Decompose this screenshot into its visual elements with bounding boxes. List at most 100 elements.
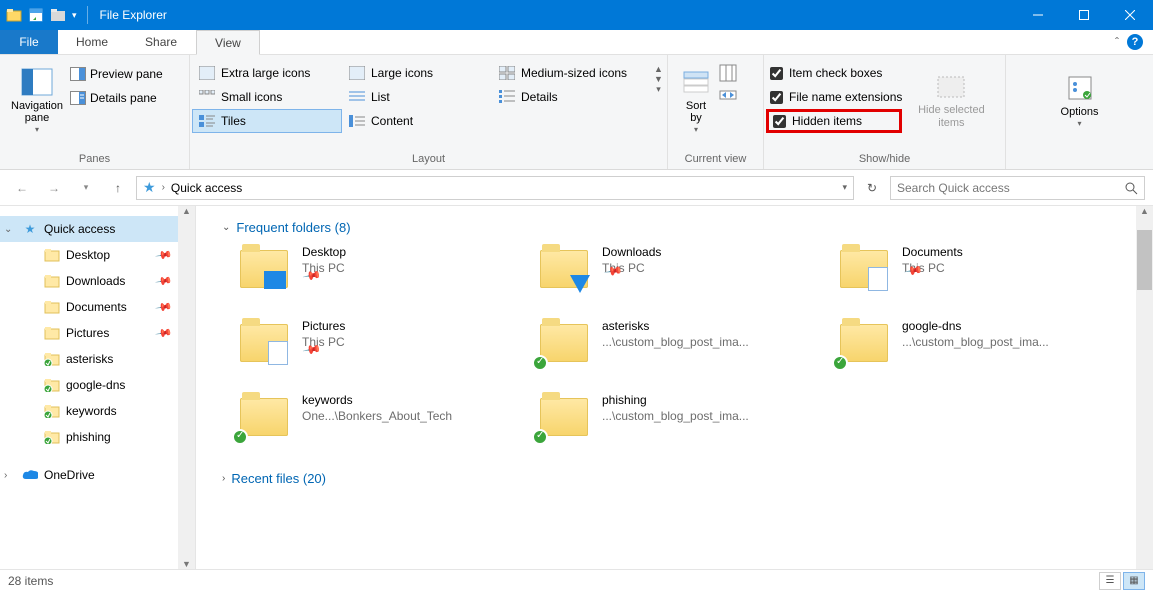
chevron-right-icon: › [222,473,225,484]
sync-badge-icon [232,429,248,445]
tile-documents[interactable]: DocumentsThis PC📌 [836,245,1126,293]
options-button[interactable]: Options ▾ [1049,59,1111,139]
tree-item-desktop[interactable]: Desktop📌 [0,242,195,268]
layout-content[interactable]: Content [342,109,492,133]
pin-icon: 📌 [155,272,174,291]
tile-pictures[interactable]: PicturesThis PC📌 [236,319,526,367]
chevron-right-icon[interactable]: › [4,470,7,481]
forward-button[interactable]: → [40,174,68,202]
tree-item-pictures[interactable]: Pictures📌 [0,320,195,346]
folder-icon [236,393,292,441]
help-icon[interactable]: ? [1127,34,1143,50]
recent-locations-button[interactable]: ▾ [72,174,100,202]
tile-keywords[interactable]: keywordsOne...\Bonkers_About_Tech [236,393,526,441]
group-label-showhide: Show/hide [764,150,1005,169]
pin-icon: 📌 [155,246,174,265]
tree-item-google-dns[interactable]: google-dns [0,372,195,398]
content-scrollbar[interactable]: ▲ [1136,206,1153,569]
search-placeholder: Search Quick access [897,181,1010,195]
navigation-pane-button[interactable]: Navigation pane ▾ [6,59,68,139]
file-extensions-checkbox[interactable]: File name extensions [770,85,902,109]
sync-badge-icon [532,355,548,371]
window-title: File Explorer [92,8,167,22]
tile-google-dns[interactable]: google-dns...\custom_blog_post_ima... [836,319,1126,367]
tab-view[interactable]: View [196,30,260,55]
tree-item-keywords[interactable]: keywords [0,398,195,424]
layout-small-icons[interactable]: Small icons [192,85,342,109]
tree-item-asterisks[interactable]: asterisks [0,346,195,372]
navigation-tree: ⌄ ★ Quick access Desktop📌Downloads📌Docum… [0,206,196,569]
preview-pane-button[interactable]: Preview pane [68,63,165,85]
qat-properties-icon[interactable] [28,7,44,23]
layout-extra-large-icons[interactable]: Extra large icons [192,61,342,85]
layout-list[interactable]: List [342,85,492,109]
search-box[interactable]: Search Quick access [890,176,1145,200]
tile-phishing[interactable]: phishing...\custom_blog_post_ima... [536,393,826,441]
hidden-items-checkbox[interactable]: Hidden items [766,109,902,133]
add-columns-icon[interactable] [718,63,738,83]
address-text: Quick access [171,181,242,195]
folder-icon [536,393,592,441]
maximize-button[interactable] [1061,0,1107,30]
details-pane-button[interactable]: Details pane [68,87,165,109]
tab-home[interactable]: Home [58,30,127,54]
tree-item-phishing[interactable]: phishing [0,424,195,450]
options-icon [1064,72,1096,104]
layout-medium-icons[interactable]: Medium-sized icons [492,61,652,85]
layout-tiles[interactable]: Tiles [192,109,342,133]
hide-selected-icon [935,70,967,102]
group-label-currentview: Current view [668,150,763,169]
sort-by-button[interactable]: Sort by ▾ [674,59,718,139]
tree-item-downloads[interactable]: Downloads📌 [0,268,195,294]
layout-scroll[interactable]: ▲▼▾ [652,61,665,98]
tree-scrollbar[interactable]: ▲▼ [178,206,195,569]
minimize-button[interactable] [1015,0,1061,30]
sort-by-icon [680,66,712,98]
tab-file[interactable]: File [0,30,58,54]
folder-icon [44,299,60,315]
refresh-button[interactable]: ↻ [858,176,886,200]
ribbon-tabs: File Home Share View ˆ ? [0,30,1153,55]
qat-newfolder-icon[interactable] [50,7,66,23]
tiles-view-button[interactable]: ▦ [1123,572,1145,590]
nav-row: ← → ▾ ↑ ★ › Quick access ▾ ↻ Search Quic… [0,170,1153,206]
back-button[interactable]: ← [8,174,36,202]
hide-selected-button[interactable]: Hide selected items [912,59,990,139]
qat-dropdown-icon[interactable]: ▾ [72,10,77,21]
folder-icon [536,245,592,293]
chevron-right-icon: › [162,182,165,193]
layout-details[interactable]: Details [492,85,652,109]
tree-quick-access[interactable]: ⌄ ★ Quick access [0,216,195,242]
status-bar: 28 items ☰ ▦ [0,569,1153,591]
sync-badge-icon [532,429,548,445]
search-icon [1124,181,1138,195]
tile-asterisks[interactable]: asterisks...\custom_blog_post_ima... [536,319,826,367]
layout-large-icons[interactable]: Large icons [342,61,492,85]
onedrive-icon [22,467,38,483]
folder-icon [836,319,892,367]
tree-item-documents[interactable]: Documents📌 [0,294,195,320]
explorer-app-icon [6,7,22,23]
details-view-button[interactable]: ☰ [1099,572,1121,590]
section-frequent-folders[interactable]: ⌄ Frequent folders (8) [196,206,1153,245]
item-checkboxes-checkbox[interactable]: Item check boxes [770,61,902,85]
star-icon: ★ [22,221,38,237]
tab-share[interactable]: Share [127,30,196,54]
tree-onedrive[interactable]: › OneDrive [0,462,195,488]
layout-gallery[interactable]: Extra large icons Large icons Medium-siz… [192,61,652,133]
tile-downloads[interactable]: DownloadsThis PC📌 [536,245,826,293]
folder-icon [44,403,60,419]
close-button[interactable] [1107,0,1153,30]
titlebar: ▾ File Explorer [0,0,1153,30]
up-button[interactable]: ↑ [104,174,132,202]
group-label-layout: Layout [190,150,667,169]
address-bar[interactable]: ★ › Quick access ▾ [136,176,854,200]
chevron-down-icon[interactable]: ⌄ [4,224,12,235]
section-recent-files[interactable]: › Recent files (20) [196,441,1153,496]
ribbon-collapse-icon[interactable]: ˆ [1115,35,1119,49]
group-label-panes: Panes [0,150,189,169]
size-columns-icon[interactable] [718,85,738,105]
tile-desktop[interactable]: DesktopThis PC📌 [236,245,526,293]
address-dropdown-icon[interactable]: ▾ [842,182,847,193]
folder-icon [536,319,592,367]
